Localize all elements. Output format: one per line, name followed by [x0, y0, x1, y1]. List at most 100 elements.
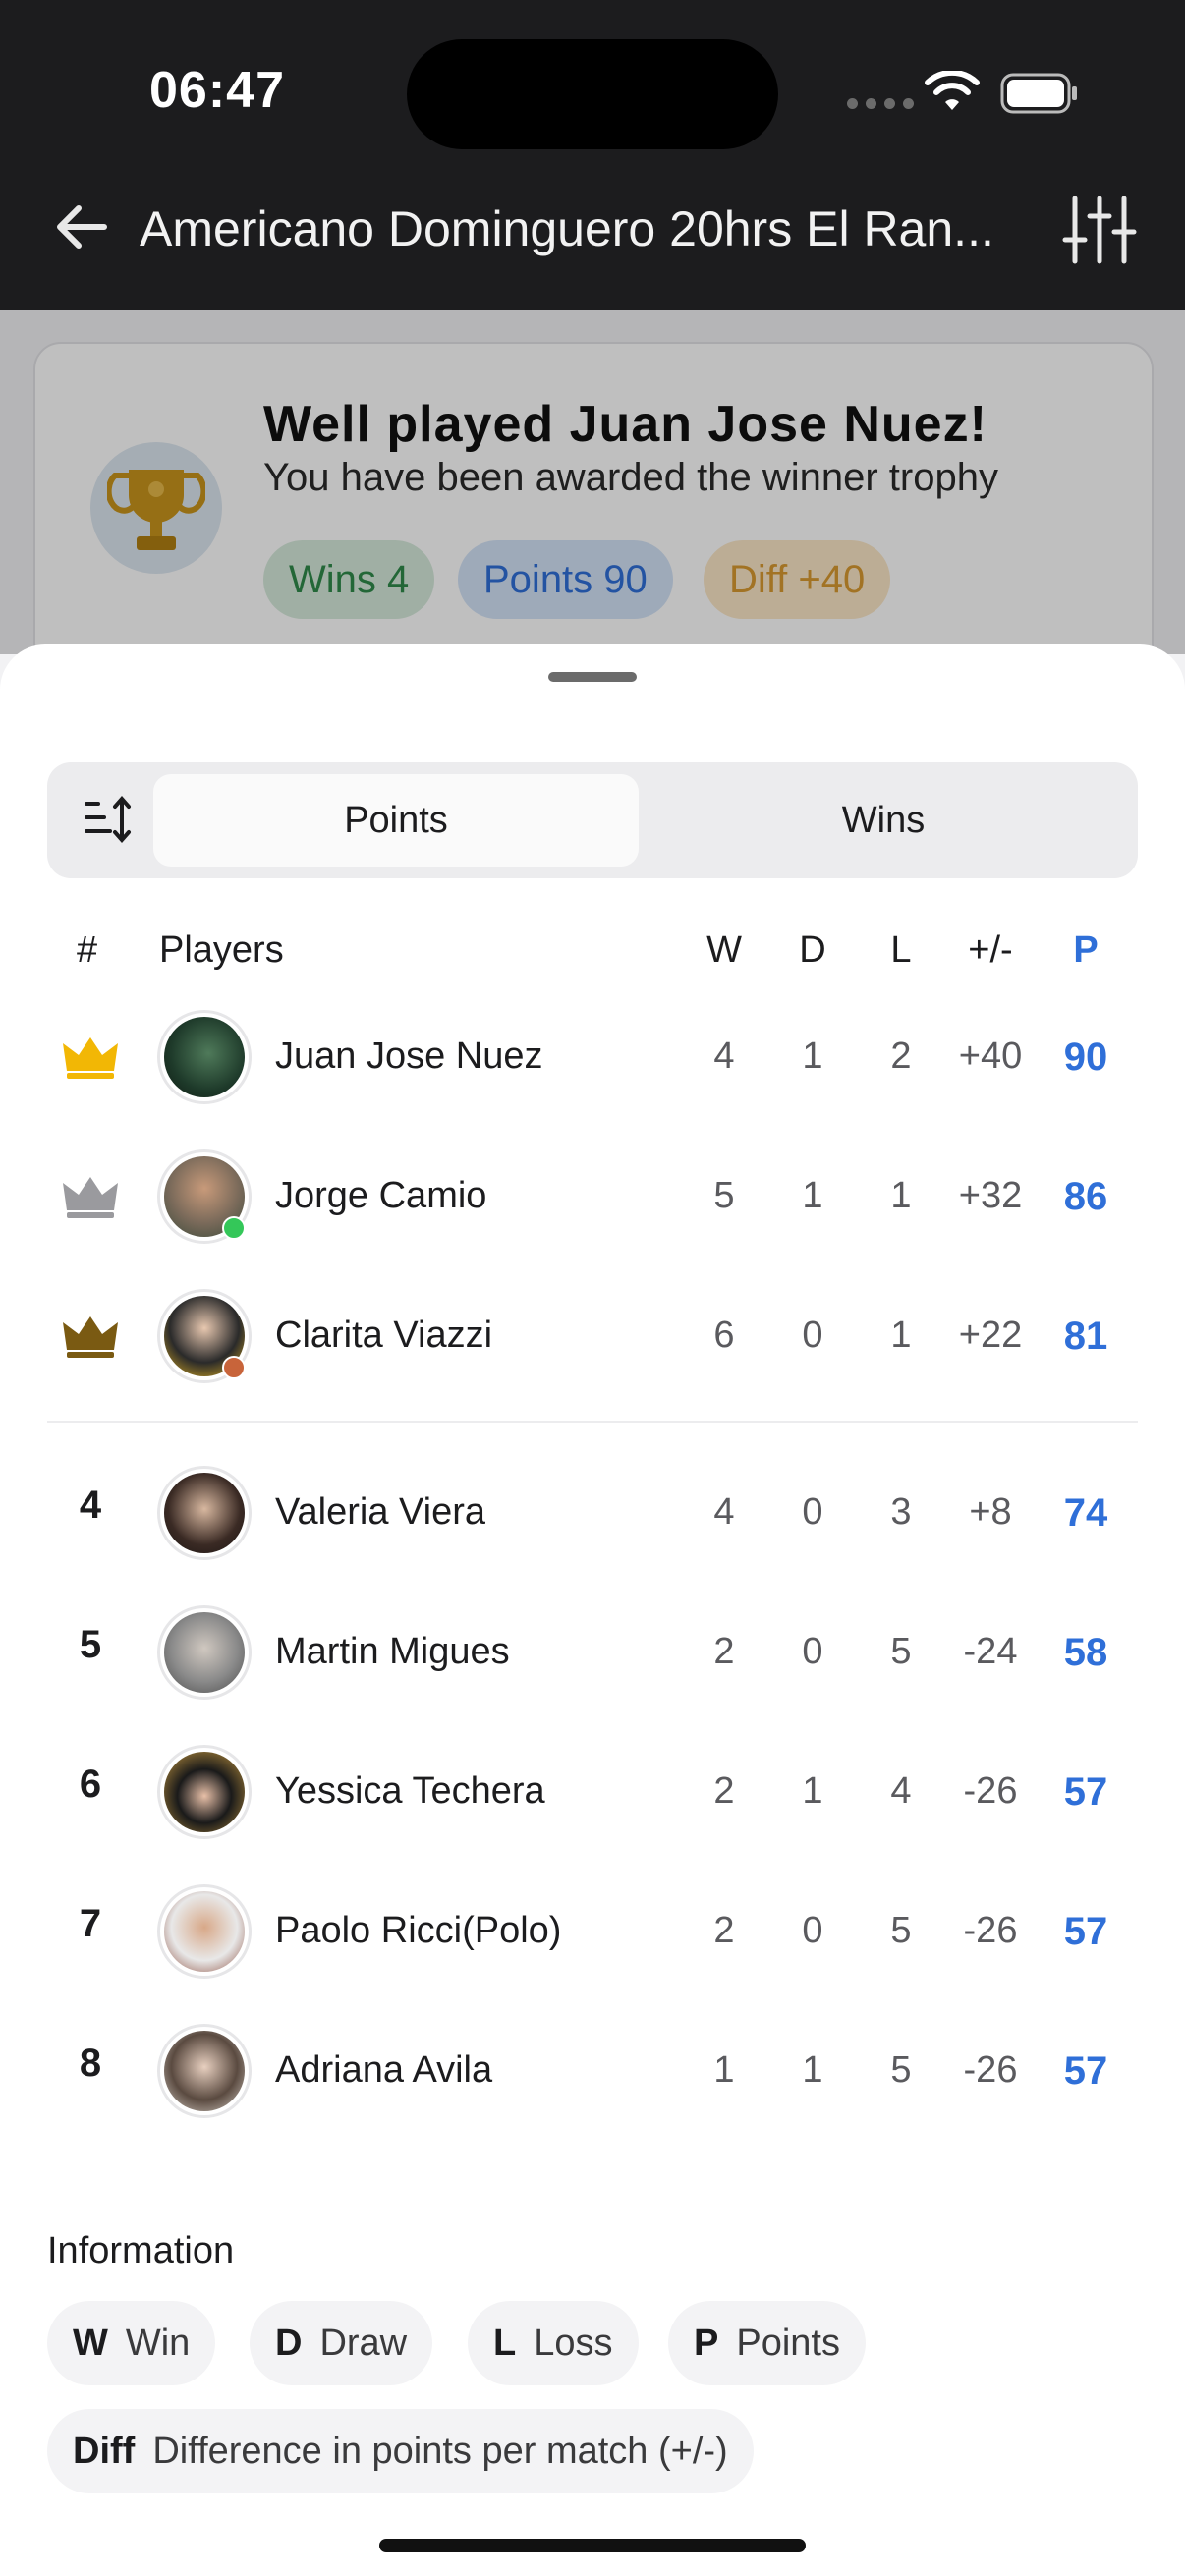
legend-chip-draw: D Draw [250, 2301, 433, 2385]
legend-label: Difference in points per match (+/-) [152, 2431, 728, 2472]
table-row[interactable]: Juan Jose Nuez 4 1 2 +40 90 [0, 992, 1185, 1120]
table-row[interactable]: Jorge Camio 5 1 1 +32 86 [0, 1132, 1185, 1260]
points-value: 86 [1063, 1175, 1108, 1218]
table-row[interactable]: 4 Valeria Viera 4 0 3 +8 74 [0, 1448, 1185, 1576]
legend-key: Diff [73, 2431, 136, 2472]
diff-value: -26 [963, 1910, 1018, 1951]
header-rank: # [77, 929, 98, 971]
points-value: 90 [1063, 1036, 1108, 1079]
legend-key: L [493, 2323, 517, 2364]
filter-sliders-icon[interactable] [1061, 195, 1138, 265]
avatar [157, 1605, 252, 1700]
table-row[interactable]: Clarita Viazzi 6 0 1 +22 81 [0, 1271, 1185, 1399]
battery-icon [1000, 73, 1077, 114]
wins-value: 2 [713, 1631, 735, 1672]
wins-value: 4 [713, 1036, 735, 1077]
points-value: 81 [1063, 1315, 1108, 1358]
player-name: Martin Migues [275, 1631, 510, 1672]
dim-overlay[interactable] [0, 310, 1185, 654]
avatar [157, 2024, 252, 2118]
header-w: W [706, 929, 742, 971]
podium-divider [47, 1421, 1138, 1423]
legend-label: Win [125, 2323, 191, 2364]
wins-value: 6 [713, 1315, 735, 1356]
back-arrow-icon[interactable] [51, 196, 112, 257]
table-row[interactable]: 7 Paolo Ricci(Polo) 2 0 5 -26 57 [0, 1867, 1185, 1994]
diff-value: +40 [958, 1036, 1023, 1077]
page-title: Americano Dominguero 20hrs El Ran... [140, 201, 994, 256]
draws-value: 0 [802, 1315, 823, 1356]
diff-value: +32 [958, 1175, 1023, 1216]
rank-number: 4 [79, 1484, 102, 1527]
rank-number: 8 [79, 2042, 102, 2085]
tab-points[interactable]: Points [153, 774, 639, 867]
losses-value: 5 [890, 1631, 912, 1672]
avatar [157, 1010, 252, 1104]
draws-value: 0 [802, 1491, 823, 1533]
player-name: Valeria Viera [275, 1491, 486, 1533]
player-name: Adriana Avila [275, 2049, 493, 2091]
table-row[interactable]: 5 Martin Migues 2 0 5 -24 58 [0, 1588, 1185, 1715]
header-diff: +/- [968, 929, 1013, 971]
points-value: 57 [1063, 2049, 1108, 2093]
draws-value: 0 [802, 1910, 823, 1951]
points-value: 74 [1063, 1491, 1108, 1535]
draws-value: 1 [802, 1770, 823, 1812]
diff-value: +8 [969, 1491, 1012, 1533]
signal-icon [847, 98, 914, 109]
player-name: Paolo Ricci(Polo) [275, 1910, 562, 1951]
draws-value: 1 [802, 1175, 823, 1216]
wins-value: 2 [713, 1910, 735, 1951]
diff-value: -26 [963, 1770, 1018, 1812]
verified-badge-icon [222, 1216, 246, 1240]
crown-silver-icon [63, 1177, 118, 1218]
points-value: 57 [1063, 1910, 1108, 1953]
status-time: 06:47 [149, 62, 285, 119]
header-d: D [799, 929, 826, 971]
dynamic-island [407, 39, 778, 149]
player-name: Jorge Camio [275, 1175, 487, 1216]
losses-value: 1 [890, 1175, 912, 1216]
wins-value: 5 [713, 1175, 735, 1216]
legend-key: P [694, 2323, 719, 2364]
losses-value: 5 [890, 2049, 912, 2091]
header-l: L [890, 929, 912, 971]
losses-value: 5 [890, 1910, 912, 1951]
legend-label: Loss [534, 2323, 613, 2364]
tab-wins[interactable]: Wins [641, 774, 1126, 867]
wins-value: 2 [713, 1770, 735, 1812]
header-p: P [1073, 929, 1099, 971]
legend-chip-diff: Diff Difference in points per match (+/-) [47, 2409, 754, 2493]
wifi-icon [925, 71, 980, 110]
losses-value: 3 [890, 1491, 912, 1533]
player-name: Juan Jose Nuez [275, 1036, 543, 1077]
wins-value: 1 [713, 2049, 735, 2091]
rank-number: 5 [79, 1623, 102, 1666]
legend-label: Points [736, 2323, 840, 2364]
player-name: Clarita Viazzi [275, 1315, 493, 1356]
diff-value: -26 [963, 2049, 1018, 2091]
sheet-grabber[interactable] [548, 672, 637, 682]
avatar [157, 1884, 252, 1979]
table-row[interactable]: 8 Adriana Avila 1 1 5 -26 57 [0, 2006, 1185, 2134]
avatar [157, 1745, 252, 1839]
legend-chip-loss: L Loss [468, 2301, 639, 2385]
losses-value: 4 [890, 1770, 912, 1812]
diff-value: +22 [958, 1315, 1023, 1356]
sport-badge-icon [222, 1356, 246, 1379]
draws-value: 1 [802, 2049, 823, 2091]
diff-value: -24 [963, 1631, 1018, 1672]
draws-value: 1 [802, 1036, 823, 1077]
points-value: 58 [1063, 1631, 1108, 1674]
home-indicator[interactable] [379, 2539, 806, 2552]
legend-key: D [275, 2323, 303, 2364]
header-players: Players [159, 929, 284, 971]
points-value: 57 [1063, 1770, 1108, 1814]
sort-icon[interactable] [83, 792, 132, 847]
information-title: Information [47, 2230, 235, 2271]
legend-chip-points: P Points [668, 2301, 866, 2385]
draws-value: 0 [802, 1631, 823, 1672]
legend-chip-win: W Win [47, 2301, 216, 2385]
table-row[interactable]: 6 Yessica Techera 2 1 4 -26 57 [0, 1727, 1185, 1855]
rank-number: 7 [79, 1902, 102, 1945]
